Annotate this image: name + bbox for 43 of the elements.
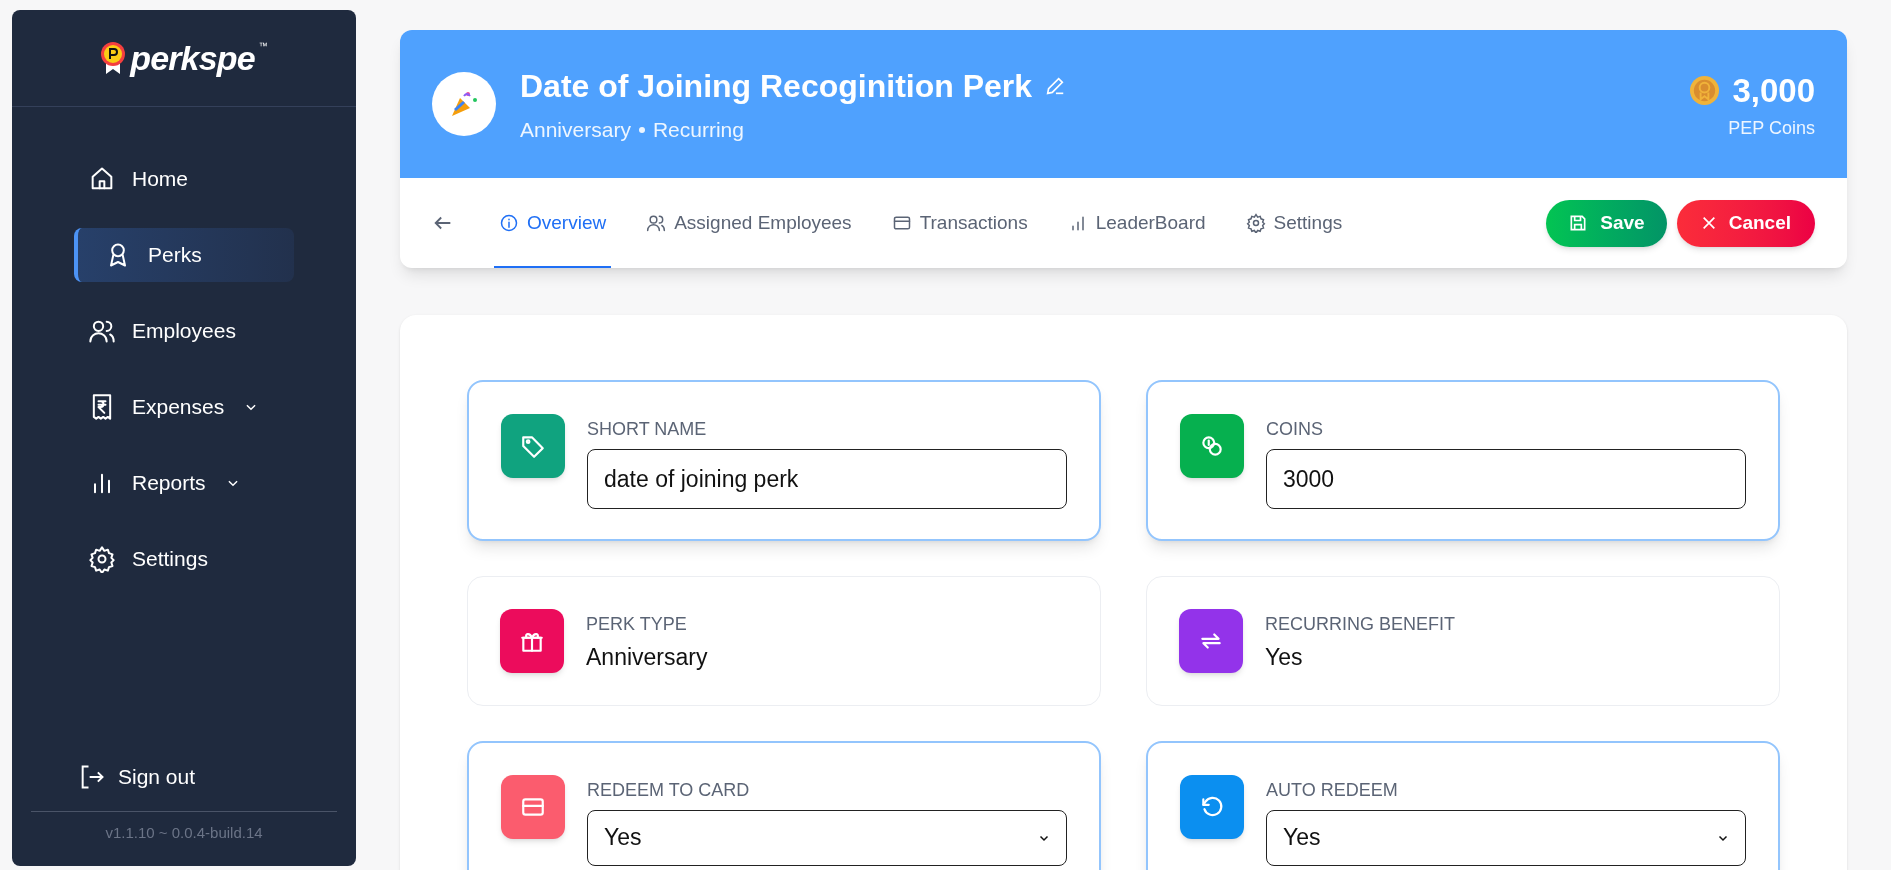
sidebar-item[interactable]: Perks: [74, 228, 294, 282]
tab[interactable]: Assigned Employees: [641, 178, 857, 268]
trademark-sign: ™: [258, 40, 268, 53]
sidebar-item[interactable]: Reports: [76, 456, 292, 510]
field-label: REDEEM TO CARD: [587, 778, 751, 802]
sidebar-item[interactable]: Employees: [76, 304, 292, 358]
tag-icon: [520, 433, 546, 459]
logo-icon: [100, 41, 127, 75]
field-label: PERK TYPE: [586, 613, 688, 636]
coin-icon: [1689, 75, 1721, 106]
logo-text: perkspe: [130, 37, 255, 79]
tab[interactable]: Transactions: [886, 178, 1033, 268]
text-field[interactable]: 3000: [1266, 449, 1746, 509]
dropdown[interactable]: Yes: [587, 809, 1067, 866]
people-icon: [646, 213, 667, 233]
tab[interactable]: Overview: [494, 178, 612, 268]
coins-label: PEP Coins: [1728, 117, 1815, 141]
sidebar-item[interactable]: Expenses: [76, 380, 292, 434]
field-label: RECURRING BENEFIT: [1265, 613, 1456, 636]
gear-icon: [1245, 213, 1266, 233]
field-label: COINS: [1266, 418, 1324, 441]
sidebar-item[interactable]: Home: [76, 152, 292, 206]
coins-icon: [1199, 433, 1225, 459]
tab[interactable]: LeaderBoard: [1062, 178, 1211, 268]
cancel-button[interactable]: Cancel: [1676, 199, 1815, 247]
info-icon: [499, 213, 519, 233]
tab[interactable]: Settings: [1240, 178, 1348, 268]
field-value: Anniversary: [586, 643, 709, 672]
card-icon: [891, 213, 912, 233]
sign-out-link[interactable]: Sign out: [78, 761, 196, 793]
dropdown[interactable]: Yes: [1266, 809, 1746, 866]
perk-title: Date of Joining Recoginition Perk: [520, 67, 1033, 107]
text-field[interactable]: date of joining perk: [587, 449, 1067, 509]
field-label: SHORT NAME: [587, 418, 708, 441]
field-label: AUTO REDEEM: [1266, 778, 1399, 802]
field-value: Yes: [1265, 643, 1304, 672]
coins-amount: 3,000: [1732, 70, 1815, 111]
version-text: v1.1.10 ~ 0.0.4-build.14: [104, 822, 264, 843]
gear-icon: [88, 545, 116, 573]
close-icon: [1700, 215, 1717, 231]
perk-type-text: Anniversary: [520, 117, 631, 144]
frequency-text: Recurring: [652, 117, 744, 144]
sidebar-item[interactable]: Settings: [76, 532, 292, 586]
